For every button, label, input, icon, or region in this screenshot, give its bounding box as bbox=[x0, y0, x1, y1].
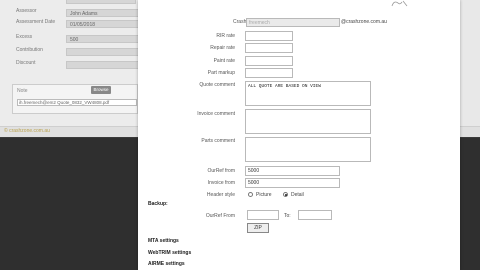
invoice-from-label: Invoice from bbox=[207, 180, 235, 186]
quote-comment-label: Quote comment bbox=[199, 82, 235, 88]
rir-rate-input[interactable] bbox=[245, 31, 293, 41]
zip-button[interactable]: ZIP bbox=[247, 223, 269, 233]
airme-settings-heading[interactable]: AIRME settings bbox=[148, 261, 185, 267]
note-label: Note bbox=[17, 88, 28, 94]
header-style-label: Header style bbox=[206, 192, 235, 198]
browse-button[interactable]: Browse bbox=[91, 86, 111, 94]
contribution-label: Contribution bbox=[16, 47, 43, 53]
backup-to-input[interactable] bbox=[298, 210, 332, 220]
invoice-comment-label: Invoice comment bbox=[197, 111, 235, 117]
repair-rate-input[interactable] bbox=[245, 43, 293, 53]
radio-picture[interactable] bbox=[248, 192, 253, 197]
mta-settings-heading[interactable]: MTA settings bbox=[148, 238, 179, 244]
discount-label: Discount bbox=[16, 60, 36, 66]
background-left-panel: Assessor John Adams Assessment Date 01/0… bbox=[0, 0, 150, 136]
backup-to-label: To: bbox=[284, 213, 291, 219]
excess-label: Excess bbox=[16, 34, 33, 40]
cut-off-label bbox=[16, 0, 17, 4]
part-markup-input[interactable] bbox=[245, 68, 293, 78]
crashzone-email-suffix: @crashzone.com.au bbox=[341, 19, 387, 25]
radio-detail-label: Detail bbox=[291, 192, 304, 198]
background-right-footer bbox=[460, 126, 480, 137]
excess-row: Excess 500 bbox=[16, 34, 150, 44]
crashzone-email-input[interactable]: freemech bbox=[246, 18, 340, 27]
backup-from-input[interactable] bbox=[247, 210, 279, 220]
footer-copyright: © crashzone.com.au bbox=[4, 128, 50, 134]
assessor-row: Assessor John Adams bbox=[16, 8, 150, 18]
backup-from-label: OurRef From bbox=[205, 213, 235, 219]
rir-rate-label: RIR rate bbox=[216, 33, 235, 39]
parts-comment-label: Parts comment bbox=[201, 138, 235, 144]
contribution-row: Contribution bbox=[16, 47, 150, 57]
ourref-from-label: OurRef from bbox=[207, 168, 235, 174]
invoice-from-input[interactable]: 5000 bbox=[245, 178, 340, 188]
parts-comment-textarea[interactable] bbox=[245, 137, 371, 162]
webtrim-settings-heading[interactable]: WebTRIM settings bbox=[148, 250, 191, 256]
logo-icon bbox=[391, 0, 408, 7]
cut-off-field bbox=[66, 0, 136, 4]
invoice-comment-textarea[interactable] bbox=[245, 109, 371, 134]
discount-row: Discount bbox=[16, 60, 150, 70]
assessment-date-label: Assessment Date bbox=[16, 19, 56, 25]
radio-picture-label: Picture bbox=[256, 192, 272, 198]
backup-title: Backup: bbox=[148, 201, 168, 207]
radio-detail[interactable] bbox=[283, 192, 288, 197]
assessor-label: Assessor bbox=[16, 8, 37, 14]
assessment-date-row: Assessment Date 01/05/2018 bbox=[16, 19, 150, 29]
part-markup-label: Part markup bbox=[207, 70, 235, 76]
quote-comment-textarea[interactable]: ALL QUOTE ARE BASED ON VIEW bbox=[245, 81, 371, 106]
ourref-from-input[interactable]: 5000 bbox=[245, 166, 340, 176]
paint-rate-label: Paint rate bbox=[213, 58, 235, 64]
settings-modal bbox=[138, 0, 460, 270]
paint-rate-input[interactable] bbox=[245, 56, 293, 66]
note-file-field[interactable]: ih.freemech@em2 Quote_0832_VW4808.pdf bbox=[17, 99, 137, 106]
background-right-edge bbox=[460, 0, 480, 136]
repair-rate-label: Repair rate bbox=[210, 45, 235, 51]
note-box: Note Browse ih.freemech@em2 Quote_0832_V… bbox=[12, 84, 138, 114]
